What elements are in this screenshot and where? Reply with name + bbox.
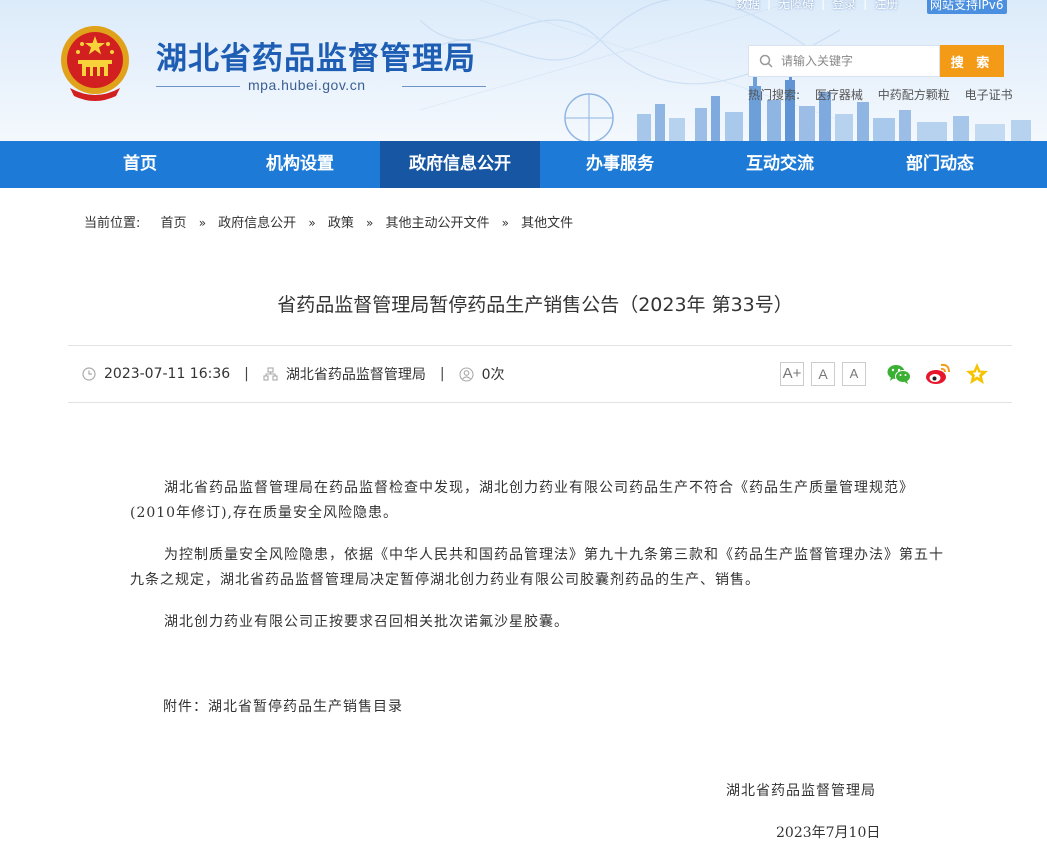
font-size-label: A [818, 366, 828, 382]
top-link-data[interactable]: 数据 [736, 0, 760, 12]
hot-search: 热门搜索: 医疗器械 中药配方颗粒 电子证书 [748, 86, 1024, 103]
hot-term-tcm-granules[interactable]: 中药配方颗粒 [878, 88, 950, 102]
domain-text: mpa.hubei.gov.cn [248, 77, 366, 93]
view-count: 0次 [481, 367, 505, 383]
share-buttons [886, 361, 1003, 387]
font-size-label: A [849, 366, 859, 381]
nav-item-services[interactable]: 办事服务 [540, 141, 700, 188]
hot-term-e-certificate[interactable]: 电子证书 [965, 88, 1013, 102]
breadcrumb-item[interactable]: 首页 [161, 216, 187, 231]
attachment-link[interactable]: 附件：湖北省暂停药品生产销售目录 [163, 696, 403, 716]
breadcrumb-separator: » [501, 216, 509, 230]
separator: | [439, 366, 445, 382]
article-paragraph: 湖北创力药业有限公司正按要求召回相关批次诺氟沙星胶囊。 [164, 614, 569, 630]
city-skyline-decoration [564, 70, 1031, 141]
weibo-icon[interactable] [925, 361, 951, 387]
article-meta-bar: 2023-07-11 16:36 | 湖北省药品监督管理局 | 0次 A+ A … [68, 345, 1012, 403]
search-button[interactable]: 搜 索 [940, 45, 1004, 77]
clock-icon [82, 367, 96, 381]
site-title: 湖北省药品监督管理局 [156, 41, 476, 77]
publish-datetime: 2023-07-11 16:36 [104, 366, 231, 382]
separator: | [863, 0, 868, 10]
breadcrumb-separator: » [365, 216, 374, 230]
main-nav: 首页 机构设置 政府信息公开 办事服务 互动交流 部门动态 [0, 141, 1047, 188]
nav-item-interaction[interactable]: 互动交流 [700, 141, 860, 188]
views-icon [459, 366, 474, 382]
font-size-label: A+ [782, 365, 802, 382]
sign-date: 2023年7月10日 [776, 825, 881, 841]
national-emblem-logo [61, 26, 129, 101]
font-size-controls: A+ A A [780, 362, 873, 386]
wechat-icon[interactable] [886, 361, 912, 387]
breadcrumb-item[interactable]: 其他文件 [521, 216, 573, 231]
article-body: 湖北省药品监督管理局在药品监督检查中发现，湖北创力药业有限公司药品生产不符合《药… [130, 476, 952, 652]
favorite-star-icon[interactable] [964, 361, 990, 387]
breadcrumb-label: 当前位置: [84, 216, 141, 231]
font-size-smaller-button[interactable]: A [842, 362, 866, 386]
article-paragraph: 为控制质量安全风险隐患，依据《中华人民共和国药品管理法》第九十九条第三款和《药品… [130, 547, 944, 588]
top-links: 数据 | 无障碍 | 登录 | 注册 [736, 0, 898, 11]
article-paragraph: 湖北省药品监督管理局在药品监督检查中发现，湖北创力药业有限公司药品生产不符合《药… [130, 480, 914, 521]
search-box [748, 45, 940, 77]
article-title: 省药品监督管理局暂停药品生产销售公告（2023年 第33号） [277, 294, 793, 316]
hot-search-label: 热门搜索: [748, 88, 801, 102]
top-link-register[interactable]: 注册 [874, 0, 898, 12]
search-input[interactable] [779, 53, 933, 69]
divider-line [402, 86, 486, 87]
signature: 湖北省药品监督管理局 [726, 783, 876, 799]
separator: | [821, 0, 826, 10]
separator: | [244, 366, 249, 382]
breadcrumb-separator: » [198, 216, 207, 230]
search-icon [759, 54, 773, 68]
top-link-login[interactable]: 登录 [832, 0, 856, 12]
breadcrumb-item[interactable]: 政策 [328, 216, 354, 231]
breadcrumb-item[interactable]: 其他主动公开文件 [385, 216, 489, 231]
separator: | [767, 0, 772, 10]
site-header: 湖北省药品监督管理局 mpa.hubei.gov.cn 数据 | 无障碍 | 登… [0, 0, 1047, 141]
ipv6-badge: 网站支持IPv6 [927, 0, 1007, 14]
breadcrumb: 当前位置: 首页 » 政府信息公开 » 政策 » 其他主动公开文件 » 其他文件 [84, 212, 573, 231]
nav-item-gov-info[interactable]: 政府信息公开 [380, 141, 540, 188]
breadcrumb-separator: » [308, 216, 316, 230]
divider-line [156, 86, 240, 87]
nav-item-home[interactable]: 首页 [60, 141, 220, 188]
site-domain: mpa.hubei.gov.cn [156, 77, 486, 95]
organization-icon [263, 367, 278, 381]
font-size-larger-button[interactable]: A+ [780, 362, 804, 386]
font-size-default-button[interactable]: A [811, 362, 835, 386]
hot-term-medical-devices[interactable]: 医疗器械 [815, 88, 863, 102]
breadcrumb-item[interactable]: 政府信息公开 [218, 216, 296, 231]
article-source: 湖北省药品监督管理局 [285, 367, 426, 383]
top-link-accessibility[interactable]: 无障碍 [778, 0, 814, 12]
nav-item-news[interactable]: 部门动态 [860, 141, 1020, 188]
nav-item-organization[interactable]: 机构设置 [220, 141, 380, 188]
